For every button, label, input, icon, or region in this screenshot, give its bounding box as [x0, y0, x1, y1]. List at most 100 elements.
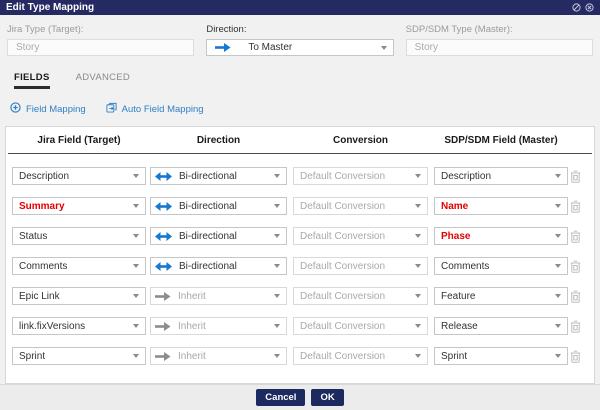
direction-value: To Master	[248, 42, 292, 53]
chevron-down-icon	[555, 294, 561, 298]
direction-select[interactable]: Inherit	[150, 347, 287, 365]
table-row: link.fixVersions Inherit Default Convers…	[12, 317, 588, 335]
chevron-down-icon	[133, 354, 139, 358]
dialog-titlebar: Edit Type Mapping	[0, 0, 600, 15]
trash-icon[interactable]	[570, 170, 581, 183]
chevron-down-icon	[555, 204, 561, 208]
trash-icon[interactable]	[570, 230, 581, 243]
direction-select[interactable]: Inherit	[150, 317, 287, 335]
auto-field-mapping-button[interactable]: Auto Field Mapping	[106, 102, 204, 116]
sdp-field-select[interactable]: Phase	[434, 227, 568, 245]
direction-select[interactable]: Bi-directional	[150, 227, 287, 245]
table-row: Epic Link Inherit Default Conversion Fea…	[12, 287, 588, 305]
sdp-field-select[interactable]: Description	[434, 167, 568, 185]
trash-icon[interactable]	[570, 260, 581, 273]
jira-field-select[interactable]: Sprint	[12, 347, 146, 365]
table-header: Jira Field (Target) Direction Conversion…	[8, 127, 592, 154]
direction-dropdown[interactable]: To Master	[206, 39, 393, 56]
chevron-down-icon	[133, 234, 139, 238]
conversion-select[interactable]: Default Conversion	[293, 227, 428, 245]
chevron-down-icon	[274, 234, 280, 238]
direction-select[interactable]: Inherit	[150, 287, 287, 305]
conversion-select[interactable]: Default Conversion	[293, 287, 428, 305]
jira-field-select[interactable]: Status	[12, 227, 146, 245]
jira-field-select[interactable]: Comments	[12, 257, 146, 275]
trash-icon[interactable]	[570, 320, 581, 333]
direction-select[interactable]: Bi-directional	[150, 197, 287, 215]
field-mapping-button[interactable]: Field Mapping	[10, 102, 86, 116]
jira-type-label: Jira Type (Target):	[7, 24, 194, 35]
conversion-value: Default Conversion	[300, 321, 385, 332]
chevron-down-icon	[274, 174, 280, 178]
sdp-field-value: Description	[441, 171, 491, 182]
tab-advanced[interactable]: ADVANCED	[76, 72, 130, 89]
cancel-button[interactable]: Cancel	[256, 389, 305, 406]
field-mapping-label: Field Mapping	[26, 104, 86, 115]
jira-type-value: Story	[16, 42, 39, 53]
jira-field-value: Description	[19, 171, 69, 182]
direction-select[interactable]: Bi-directional	[150, 167, 287, 185]
arrow-right-icon	[155, 292, 171, 301]
chevron-down-icon	[415, 174, 421, 178]
sdp-field-value: Sprint	[441, 351, 467, 362]
chevron-down-icon	[274, 264, 280, 268]
conversion-select[interactable]: Default Conversion	[293, 257, 428, 275]
tab-fields[interactable]: FIELDS	[14, 72, 50, 89]
conversion-value: Default Conversion	[300, 231, 385, 242]
chevron-down-icon	[415, 324, 421, 328]
sdp-field-select[interactable]: Feature	[434, 287, 568, 305]
chevron-down-icon	[555, 324, 561, 328]
dialog-title: Edit Type Mapping	[6, 0, 94, 15]
table-row: Comments Bi-directional Default Conversi…	[12, 257, 588, 275]
sdp-field-select[interactable]: Name	[434, 197, 568, 215]
direction-value: Bi-directional	[179, 231, 237, 242]
jira-field-select[interactable]: Summary	[12, 197, 146, 215]
direction-value: Bi-directional	[179, 261, 237, 272]
arrow-both-icon	[155, 232, 172, 241]
sdp-field-select[interactable]: Comments	[434, 257, 568, 275]
column-header-conversion: Conversion	[293, 135, 428, 146]
jira-field-value: link.fixVersions	[19, 321, 85, 332]
direction-select[interactable]: Bi-directional	[150, 257, 287, 275]
trash-icon[interactable]	[570, 290, 581, 303]
sdp-field-value: Comments	[441, 261, 489, 272]
arrow-both-icon	[155, 262, 172, 271]
trash-icon[interactable]	[570, 350, 581, 363]
arrow-right-icon	[155, 352, 171, 361]
chevron-down-icon	[133, 174, 139, 178]
chevron-down-icon	[274, 354, 280, 358]
conversion-select[interactable]: Default Conversion	[293, 197, 428, 215]
direction-value: Inherit	[178, 321, 206, 332]
jira-field-select[interactable]: Epic Link	[12, 287, 146, 305]
chevron-down-icon	[415, 294, 421, 298]
conversion-select[interactable]: Default Conversion	[293, 317, 428, 335]
sdp-field-select[interactable]: Sprint	[434, 347, 568, 365]
jira-field-select[interactable]: Description	[12, 167, 146, 185]
chevron-down-icon	[274, 294, 280, 298]
edit-type-mapping-dialog: Edit Type Mapping Jira Type (Target): St…	[0, 0, 600, 410]
direction-value: Inherit	[178, 351, 206, 362]
sdp-type-label: SDP/SDM Type (Master):	[406, 24, 593, 35]
chevron-down-icon	[381, 46, 387, 50]
chevron-down-icon	[274, 324, 280, 328]
close-icon[interactable]	[585, 3, 594, 12]
conversion-select[interactable]: Default Conversion	[293, 347, 428, 365]
jira-field-value: Comments	[19, 261, 67, 272]
conversion-value: Default Conversion	[300, 351, 385, 362]
chevron-down-icon	[274, 204, 280, 208]
jira-field-select[interactable]: link.fixVersions	[12, 317, 146, 335]
arrow-right-icon	[215, 43, 231, 52]
ok-button[interactable]: OK	[311, 389, 343, 406]
sdp-field-select[interactable]: Release	[434, 317, 568, 335]
table-row: Description Bi-directional Default Conve…	[12, 167, 588, 185]
circle-slash-icon[interactable]	[572, 3, 581, 12]
trash-icon[interactable]	[570, 200, 581, 213]
sdp-field-value: Name	[441, 201, 468, 212]
arrow-both-icon	[155, 172, 172, 181]
sdp-type-value: Story	[415, 42, 438, 53]
jira-field-value: Sprint	[19, 351, 45, 362]
auto-field-mapping-label: Auto Field Mapping	[122, 104, 204, 115]
conversion-value: Default Conversion	[300, 201, 385, 212]
conversion-select[interactable]: Default Conversion	[293, 167, 428, 185]
table-row: Summary Bi-directional Default Conversio…	[12, 197, 588, 215]
